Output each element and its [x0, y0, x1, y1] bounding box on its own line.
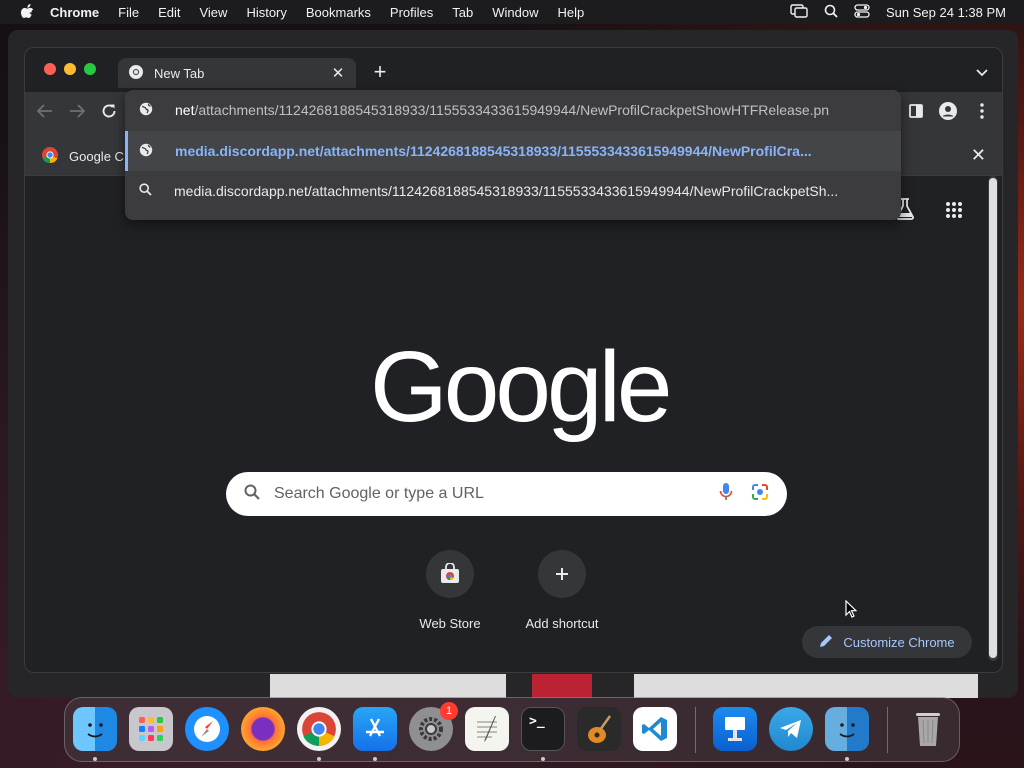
- firefox-icon[interactable]: [241, 707, 285, 751]
- close-window-button[interactable]: [44, 63, 56, 75]
- voice-search-icon[interactable]: [719, 482, 733, 507]
- garageband-icon[interactable]: [577, 707, 621, 751]
- mouse-cursor-icon: [845, 599, 858, 623]
- search-placeholder: Search Google or type a URL: [274, 485, 484, 502]
- menu-profiles[interactable]: Profiles: [390, 5, 433, 20]
- spotlight-search-icon[interactable]: [824, 4, 838, 21]
- bookmarks-close-icon[interactable]: ✕: [971, 145, 986, 166]
- customize-chrome-label: Customize Chrome: [843, 634, 955, 650]
- pencil-icon: [819, 634, 833, 651]
- running-indicator: [373, 757, 377, 761]
- menu-app-name[interactable]: Chrome: [50, 5, 99, 20]
- back-arrow-icon[interactable]: [34, 100, 56, 122]
- chrome-favicon-icon: [128, 64, 144, 83]
- menu-window[interactable]: Window: [492, 5, 538, 20]
- shortcut-add[interactable]: Add shortcut: [507, 550, 617, 631]
- running-indicator: [317, 757, 321, 761]
- omnibox-input[interactable]: net/attachments/1124268188545318933/1155…: [125, 90, 901, 130]
- google-logo: Google: [370, 331, 672, 443]
- minimize-window-button[interactable]: [64, 63, 76, 75]
- forward-arrow-icon[interactable]: [66, 100, 88, 122]
- background-window-thumbnail: [634, 674, 978, 698]
- suggestion-text: media.discordapp.net/attachments/1124268…: [175, 143, 812, 159]
- zoom-window-button[interactable]: [84, 63, 96, 75]
- tab-new-tab[interactable]: New Tab ✕: [118, 58, 356, 88]
- shortcut-label: Add shortcut: [525, 616, 599, 631]
- tab-search-chevron-icon[interactable]: [976, 64, 988, 82]
- reload-icon[interactable]: [98, 100, 120, 122]
- safari-icon[interactable]: [185, 707, 229, 751]
- shortcut-label: Web Store: [419, 616, 481, 631]
- background-window-thumbnail: [532, 674, 592, 698]
- tab-title: New Tab: [154, 65, 205, 81]
- screen-mirroring-icon[interactable]: [790, 3, 808, 21]
- apple-icon[interactable]: [20, 4, 34, 20]
- profile-avatar-icon[interactable]: [937, 100, 959, 122]
- running-indicator: [93, 757, 97, 761]
- chrome-menu-icon[interactable]: [971, 100, 993, 122]
- finder-window-icon[interactable]: [825, 707, 869, 751]
- omnibox-text-path: /attachments/1124268188545318933/1155533…: [194, 102, 830, 118]
- terminal-icon[interactable]: >_: [521, 707, 565, 751]
- bookmark-label: Google C: [69, 149, 124, 164]
- webstore-icon: [426, 550, 474, 598]
- new-tab-button[interactable]: +: [369, 61, 391, 83]
- search-icon: [139, 183, 152, 199]
- running-indicator: [541, 757, 545, 761]
- menu-bookmarks[interactable]: Bookmarks: [306, 5, 371, 20]
- telegram-icon[interactable]: [769, 707, 813, 751]
- google-apps-icon[interactable]: [945, 201, 963, 224]
- globe-icon: [139, 143, 153, 160]
- menu-edit[interactable]: Edit: [158, 5, 180, 20]
- omnibox-suggestion-search[interactable]: media.discordapp.net/attachments/1124268…: [125, 171, 901, 211]
- omnibox-text-host: net: [175, 102, 195, 118]
- suggestion-text: media.discordapp.net/attachments/1124268…: [174, 183, 839, 199]
- menu-tab[interactable]: Tab: [452, 5, 473, 20]
- dock-separator: [887, 707, 888, 753]
- omnibox-suggestion-selected[interactable]: media.discordapp.net/attachments/1124268…: [125, 131, 901, 171]
- scrollbar-thumb[interactable]: [989, 178, 997, 658]
- ntp-search-box[interactable]: Search Google or type a URL: [226, 472, 787, 516]
- tab-close-icon[interactable]: ✕: [330, 64, 346, 82]
- menu-bar: Chrome File Edit View History Bookmarks …: [0, 0, 1024, 24]
- menu-clock[interactable]: Sun Sep 24 1:38 PM: [886, 5, 1006, 20]
- background-window-thumbnail: [270, 674, 506, 698]
- notification-badge: 1: [440, 702, 458, 720]
- textedit-icon[interactable]: [465, 707, 509, 751]
- launchpad-icon[interactable]: [129, 707, 173, 751]
- menu-history[interactable]: History: [246, 5, 286, 20]
- vscode-icon[interactable]: [633, 707, 677, 751]
- bookmark-google[interactable]: Google C: [41, 146, 124, 167]
- keynote-icon[interactable]: [713, 707, 757, 751]
- google-lens-icon[interactable]: [751, 483, 769, 506]
- menu-help[interactable]: Help: [558, 5, 585, 20]
- omnibox-dropdown: net/attachments/1124268188545318933/1155…: [125, 90, 901, 220]
- control-center-icon[interactable]: [854, 3, 870, 21]
- side-panel-icon[interactable]: [905, 100, 927, 122]
- menu-file[interactable]: File: [118, 5, 139, 20]
- menu-view[interactable]: View: [199, 5, 227, 20]
- running-indicator: [845, 757, 849, 761]
- plus-icon: [538, 550, 586, 598]
- app-store-icon[interactable]: [353, 707, 397, 751]
- search-icon: [244, 484, 260, 505]
- chrome-icon[interactable]: [297, 707, 341, 751]
- globe-icon: [139, 102, 153, 119]
- google-chrome-logo-icon: [41, 146, 59, 167]
- dock-separator: [695, 707, 696, 753]
- finder-icon[interactable]: [73, 707, 117, 751]
- trash-icon[interactable]: [906, 707, 950, 751]
- customize-chrome-button[interactable]: Customize Chrome: [802, 626, 972, 658]
- shortcut-web-store[interactable]: Web Store: [395, 550, 505, 631]
